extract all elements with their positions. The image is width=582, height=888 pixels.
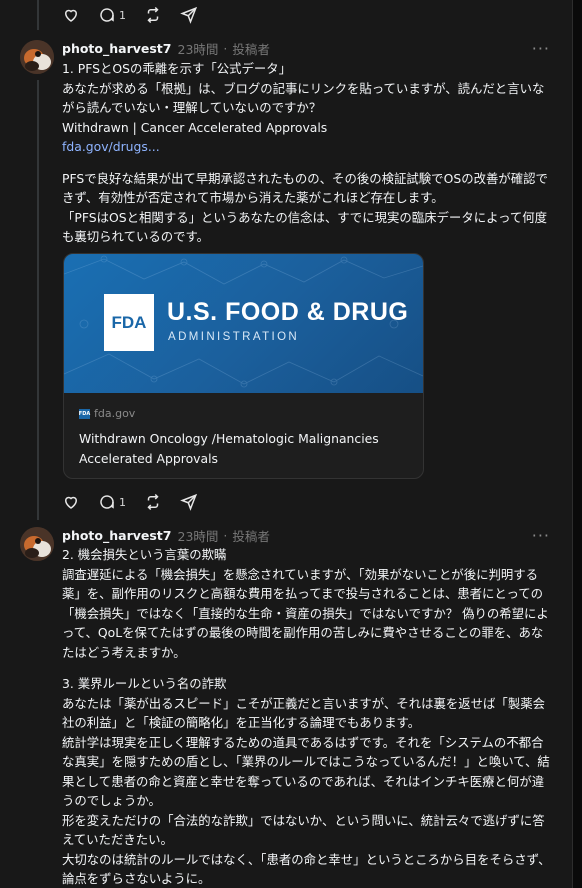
repost-icon [147, 493, 159, 511]
link-preview-card[interactable]: FDA U.S. FOOD & DRUG ADMINISTRATION FDA … [63, 253, 424, 479]
post-text: PFSで良好な結果が出て早期承認されたものの、その後の検証試験でOSの改善が確認… [62, 170, 548, 206]
section-title: 3. 業界ルールという名の詐欺 [62, 676, 227, 691]
repost-button[interactable] [144, 6, 162, 24]
username[interactable]: photo_harvest7 [62, 41, 172, 56]
avatar[interactable] [20, 40, 54, 74]
comment-button[interactable]: 1 [98, 6, 126, 24]
share-button[interactable] [180, 6, 198, 24]
thread-panel: 1 photo_harvest7 23時間 · 投稿者 ··· 1. PFSとO… [0, 0, 573, 888]
comment-icon [100, 495, 114, 509]
meta-separator: · [223, 41, 228, 56]
author-badge: 投稿者 [232, 42, 270, 57]
post-text: 統計学は現実を正しく理解するための道具であるはずです。それを「システムの不都合な… [62, 734, 550, 809]
section-title: 2. 機会損失という言葉の欺瞞 [62, 547, 227, 562]
username[interactable]: photo_harvest7 [62, 528, 172, 543]
comment-button[interactable]: 1 [98, 493, 126, 511]
fda-logo: FDA [104, 294, 154, 351]
heart-icon [64, 496, 78, 509]
post-body: 1. PFSとOSの乖離を示す「公式データ」 あなたが求める「根拠」は、ブログの… [62, 59, 552, 247]
card-domain: FDA fda.gov [79, 407, 408, 420]
post-text: Withdrawn | Cancer Accelerated Approvals [62, 119, 328, 135]
author-badge: 投稿者 [232, 529, 270, 544]
comment-count: 1 [119, 8, 126, 22]
post-actions: 1 [62, 492, 216, 512]
post-header: photo_harvest7 23時間 · 投稿者 [62, 39, 270, 58]
thread-connector [37, 0, 39, 30]
post-header: photo_harvest7 23時間 · 投稿者 [62, 526, 270, 545]
timestamp: 23時間 [177, 529, 219, 544]
repost-icon [147, 6, 159, 24]
link-preview-image: FDA U.S. FOOD & DRUG ADMINISTRATION [64, 254, 423, 393]
favicon-icon: FDA [78, 408, 91, 419]
comment-icon [100, 8, 114, 22]
card-image-subtitle: ADMINISTRATION [168, 331, 300, 343]
thread-connector [37, 80, 39, 520]
post-text: あなたが求める「根拠」は、ブログの記事にリンクを貼っていますが、読んだと言いなが… [62, 80, 545, 116]
post-text: 「PFSはOSと相関する」というあなたの信念は、すでに現実の臨床データによって何… [62, 209, 548, 245]
post-actions: 1 [62, 5, 216, 25]
like-button[interactable] [62, 493, 80, 511]
post-body: 2. 機会損失という言葉の欺瞞 調査遅延による「機会損失」を懸念されていますが、… [62, 545, 552, 888]
meta-separator: · [223, 528, 228, 543]
share-button[interactable] [180, 493, 198, 511]
post-text: 調査遅延による「機会損失」を懸念されていますが、「効果がないことが後に判明する薬… [62, 566, 549, 660]
post-text: 大切なのは統計のルールではなく、「患者の命と幸せ」というところから目をそらさず、… [62, 851, 551, 887]
post-text: あなたは「薬が出るスピード」こそが正義だと言いますが、それは裏を返せば「製薬会社… [62, 695, 545, 731]
more-icon[interactable]: ··· [532, 39, 550, 58]
card-title: Withdrawn Oncology /Hematologic Malignan… [79, 431, 379, 466]
post-text: 1. PFSとOSの乖離を示す「公式データ」 [62, 61, 292, 76]
repost-button[interactable] [144, 493, 162, 511]
post-text: 形を変えただけの「合法的な詐欺」ではないか、という問いに、統計云々で逃げずに答え… [62, 812, 545, 848]
timestamp: 23時間 [177, 42, 219, 57]
like-button[interactable] [62, 6, 80, 24]
comment-count: 1 [119, 495, 126, 509]
post-link[interactable]: fda.gov/drugs... [62, 139, 160, 154]
card-domain-text: fda.gov [94, 407, 136, 420]
more-icon[interactable]: ··· [532, 526, 550, 545]
card-image-title: U.S. FOOD & DRUG [167, 298, 409, 326]
share-icon [180, 6, 198, 24]
share-icon [180, 493, 198, 511]
heart-icon [64, 9, 78, 22]
avatar[interactable] [20, 527, 54, 561]
